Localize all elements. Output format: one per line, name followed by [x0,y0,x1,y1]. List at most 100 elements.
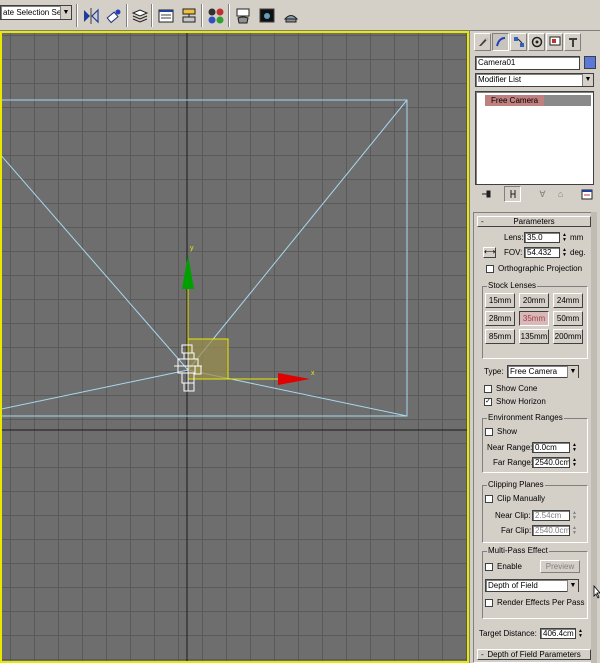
collapse-toggle: - [481,217,484,226]
far-range-field[interactable]: 2540.0cm [532,457,570,468]
far-clip-spinner-arrows[interactable]: ▲ ▼ [571,525,578,536]
lens-value: 35.0 [527,233,543,242]
stack-item-label: Free Camera [485,95,545,106]
lens-35mm-button[interactable]: 35mm [519,311,549,326]
display-tab[interactable] [546,33,563,51]
env-show-label: Show [497,427,518,436]
parameters-rollout-title: Parameters [513,217,555,226]
command-panel-tabs [474,33,598,53]
create-tab[interactable] [474,33,491,51]
lens-50mm-button[interactable]: 50mm [553,311,583,326]
chevron-down-icon[interactable]: ▼ [582,74,593,86]
main-toolbar: ate Selection Set ▼ [0,0,600,31]
lens-85mm-button[interactable]: 85mm [485,329,515,344]
show-end-result-icon[interactable] [504,186,521,202]
pin-stack-icon[interactable] [478,186,495,202]
near-range-field[interactable]: 0.0cm [532,442,570,453]
chevron-down-icon[interactable]: ▼ [567,366,578,378]
lens-spinner-arrows[interactable]: ▲ ▼ [561,232,568,243]
render-scene-icon[interactable] [232,5,253,26]
orthographic-checkbox[interactable] [486,265,494,273]
toolbar-separator [126,4,128,27]
fov-label: FOV: [504,248,523,257]
object-color-swatch[interactable] [584,56,596,69]
configure-modifier-sets-icon[interactable] [578,186,595,202]
layer-manager-icon[interactable] [129,5,150,26]
depth-of-field-rollout-header[interactable]: - Depth of Field Parameters [477,649,591,660]
far-range-spinner-arrows[interactable]: ▲ ▼ [571,457,578,468]
gizmo-x-label: x [311,370,315,377]
stock-lenses-group: Stock Lenses 15mm 20mm 24mm 28mm 35mm 50… [482,281,588,359]
multipass-enable-checkbox[interactable] [485,563,493,571]
gizmo-y-arrow [182,255,194,289]
show-cone-label: Show Cone [496,384,538,393]
type-label: Type: [484,367,504,376]
lens-28mm-button[interactable]: 28mm [485,311,515,326]
remove-modifier-icon[interactable]: ⌂ [552,186,569,202]
render-frame-icon[interactable] [256,5,277,26]
far-range-value: 2540.0cm [535,458,570,467]
lens-24mm-button[interactable]: 24mm [553,293,583,308]
chevron-down-icon[interactable]: ▼ [567,580,578,592]
align-icon[interactable] [103,5,124,26]
toolbar-separator [76,4,78,27]
environment-ranges-group: Environment Ranges Show Near Range: 0.0c… [482,413,588,473]
far-clip-value: 2540.0cm [535,526,570,535]
object-name-text: Camera01 [478,58,516,67]
near-clip-field[interactable]: 2.54cm [532,510,570,521]
quick-render-icon[interactable] [280,5,301,26]
preview-button[interactable]: Preview [540,560,580,573]
parameters-rollout-header[interactable]: - Parameters [477,216,591,227]
near-clip-value: 2.54cm [535,511,562,520]
camera-type-value: Free Camera [510,367,558,376]
target-distance-field[interactable]: 406.4cm [540,628,576,639]
clip-manually-checkbox[interactable] [485,495,493,503]
render-effects-per-pass-checkbox[interactable] [485,599,493,607]
far-clip-label: Far Clip: [501,526,532,535]
lens-spinner-field[interactable]: 35.0 [524,232,560,243]
lens-20mm-button[interactable]: 20mm [519,293,549,308]
motion-tab[interactable] [528,33,545,51]
show-horizon-checkbox[interactable]: ✓ [484,398,492,406]
fov-spinner-arrows[interactable]: ▲ ▼ [561,247,568,258]
gizmo-x-arrow [278,373,310,385]
fov-spinner-field[interactable]: 54.432 [524,247,560,258]
stack-item-free-camera[interactable]: Free Camera [485,95,591,106]
named-selection-set-dropdown[interactable]: ate Selection Set ▼ [0,5,72,20]
chevron-down-icon[interactable]: ▼ [60,6,71,19]
camera-type-dropdown[interactable]: Free Camera ▼ [507,365,579,378]
target-distance-spinner-arrows[interactable]: ▲ ▼ [577,628,584,639]
orthographic-label: Orthographic Projection [498,264,583,273]
fov-direction-icon[interactable]: ⟷ [483,247,496,258]
lens-15mm-button[interactable]: 15mm [485,293,515,308]
curve-editor-icon[interactable] [155,5,176,26]
toolbar-separator [201,4,203,27]
mirror-icon[interactable] [80,5,101,26]
modifier-list-text: Modifier List [478,75,522,84]
near-range-spinner-arrows[interactable]: ▲ ▼ [571,442,578,453]
modifier-list-dropdown[interactable]: Modifier List ▼ [475,73,594,87]
hierarchy-tab[interactable] [510,33,527,51]
modify-tab[interactable] [492,33,509,51]
modifier-stack[interactable]: Free Camera [475,91,594,185]
material-editor-icon[interactable] [205,5,226,26]
near-clip-label: Near Clip: [495,511,531,520]
near-clip-spinner-arrows[interactable]: ▲ ▼ [571,510,578,521]
clipping-planes-group: Clipping Planes Clip Manually Near Clip:… [482,480,588,543]
multipass-effect-dropdown[interactable]: Depth of Field ▼ [485,579,579,592]
utilities-tab[interactable] [564,33,581,51]
target-distance-value: 406.4cm [543,629,574,638]
near-range-label: Near Range: [487,443,533,452]
lens-135mm-button[interactable]: 135mm [519,329,549,344]
lens-unit: mm [570,233,584,242]
far-clip-field[interactable]: 2540.0cm [532,525,570,536]
object-name-field[interactable]: Camera01 [475,56,580,70]
schematic-view-icon[interactable] [178,5,199,26]
command-panel: Camera01 Modifier List ▼ Free Camera ∀ ⌂… [469,31,600,663]
make-unique-icon[interactable]: ∀ [534,186,551,202]
lens-200mm-button[interactable]: 200mm [553,329,583,344]
rollout-container: - Parameters Lens: 35.0 ▲ ▼ mm ⟷ FOV: 54.… [473,212,597,663]
env-show-checkbox[interactable] [485,428,493,436]
perspective-viewport[interactable]: y x [0,31,469,663]
show-cone-checkbox[interactable] [484,385,492,393]
